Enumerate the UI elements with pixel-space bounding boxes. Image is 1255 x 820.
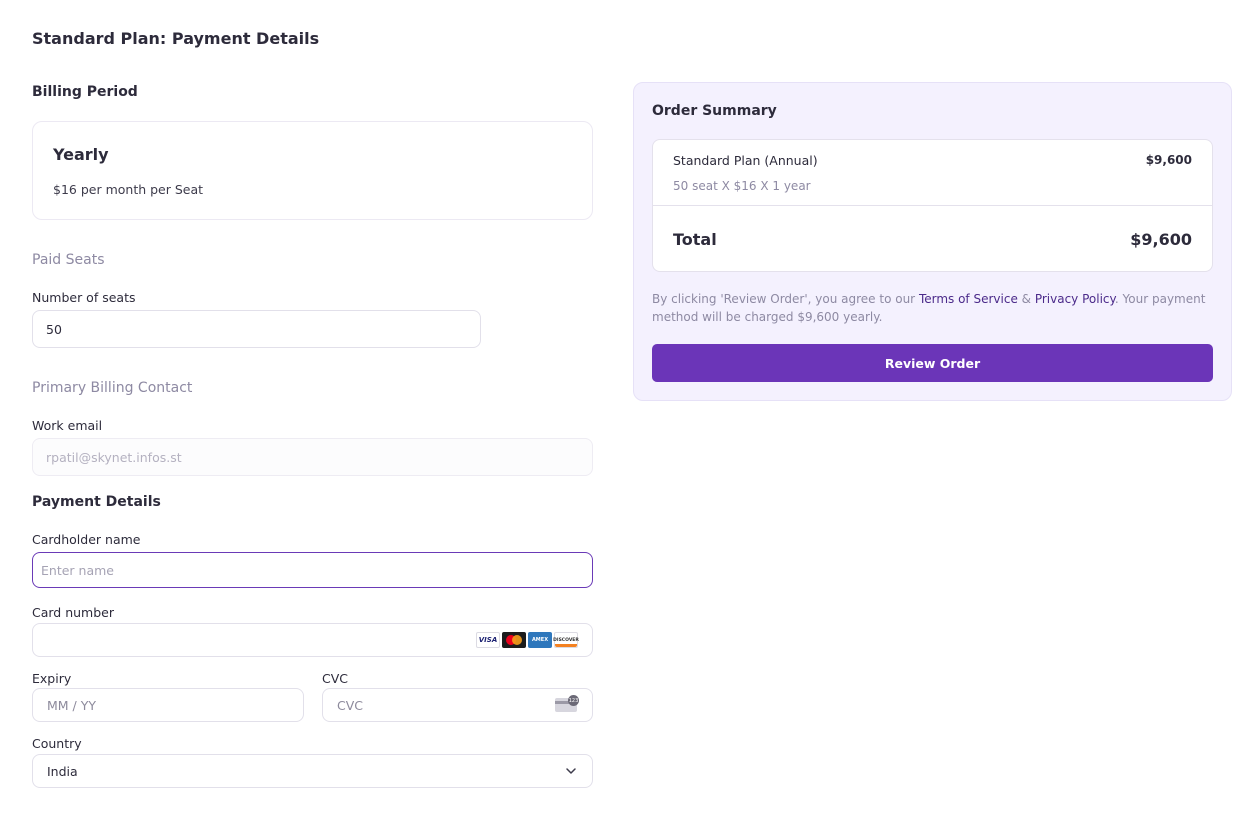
review-order-button[interactable]: Review Order: [652, 344, 1213, 382]
email-label: Work email: [32, 418, 103, 433]
cvc-card-icon: 123: [555, 695, 579, 712]
legal-text: By clicking 'Review Order', you agree to…: [652, 292, 1206, 324]
country-selected-value: India: [47, 763, 78, 779]
mastercard-icon: [502, 632, 526, 648]
card-brand-logos: VISA AMEX DISCOVER: [476, 632, 579, 648]
amex-icon: AMEX: [528, 632, 552, 648]
line-item-price: $9,600: [1145, 153, 1192, 167]
order-summary-box: Standard Plan (Annual) $9,600 50 seat X …: [652, 139, 1213, 272]
cvc-field[interactable]: 123: [322, 688, 593, 722]
order-summary-title: Order Summary: [652, 103, 777, 119]
payment-details-heading: Payment Details: [32, 494, 161, 510]
expiry-field[interactable]: [32, 688, 304, 722]
privacy-policy-link[interactable]: Privacy Policy: [1035, 292, 1115, 306]
chevron-down-icon: [566, 768, 576, 774]
billing-period-heading: Billing Period: [32, 84, 138, 100]
visa-icon: VISA: [476, 632, 500, 648]
cardholder-name-input[interactable]: [32, 552, 593, 588]
total-value: $9,600: [1130, 230, 1192, 249]
expiry-input[interactable]: [33, 689, 303, 721]
cvc-label: CVC: [322, 671, 349, 686]
line-item-detail: 50 seat X $16 X 1 year: [673, 179, 811, 193]
order-summary-panel: Order Summary Standard Plan (Annual) $9,…: [633, 82, 1232, 401]
plan-price: $16 per month per Seat: [53, 182, 204, 197]
expiry-label: Expiry: [32, 671, 72, 686]
card-number-field[interactable]: VISA AMEX DISCOVER: [32, 623, 593, 657]
cardholder-label: Cardholder name: [32, 532, 141, 547]
seats-input[interactable]: [32, 310, 481, 348]
plan-card-yearly[interactable]: Yearly $16 per month per Seat: [32, 121, 593, 220]
plan-name: Yearly: [53, 145, 109, 164]
country-label: Country: [32, 736, 82, 751]
page-title: Standard Plan: Payment Details: [32, 29, 320, 48]
summary-divider: [653, 205, 1212, 206]
terms-of-service-link[interactable]: Terms of Service: [919, 292, 1018, 306]
country-select[interactable]: India: [32, 754, 593, 788]
seats-label: Number of seats: [32, 290, 136, 305]
card-number-label: Card number: [32, 605, 115, 620]
email-field: [32, 438, 593, 476]
line-item-name: Standard Plan (Annual): [673, 153, 818, 168]
paid-seats-heading: Paid Seats: [32, 252, 105, 268]
billing-contact-heading: Primary Billing Contact: [32, 380, 193, 396]
total-label: Total: [673, 230, 717, 249]
discover-icon: DISCOVER: [553, 632, 579, 648]
cvc-input[interactable]: [323, 689, 592, 721]
